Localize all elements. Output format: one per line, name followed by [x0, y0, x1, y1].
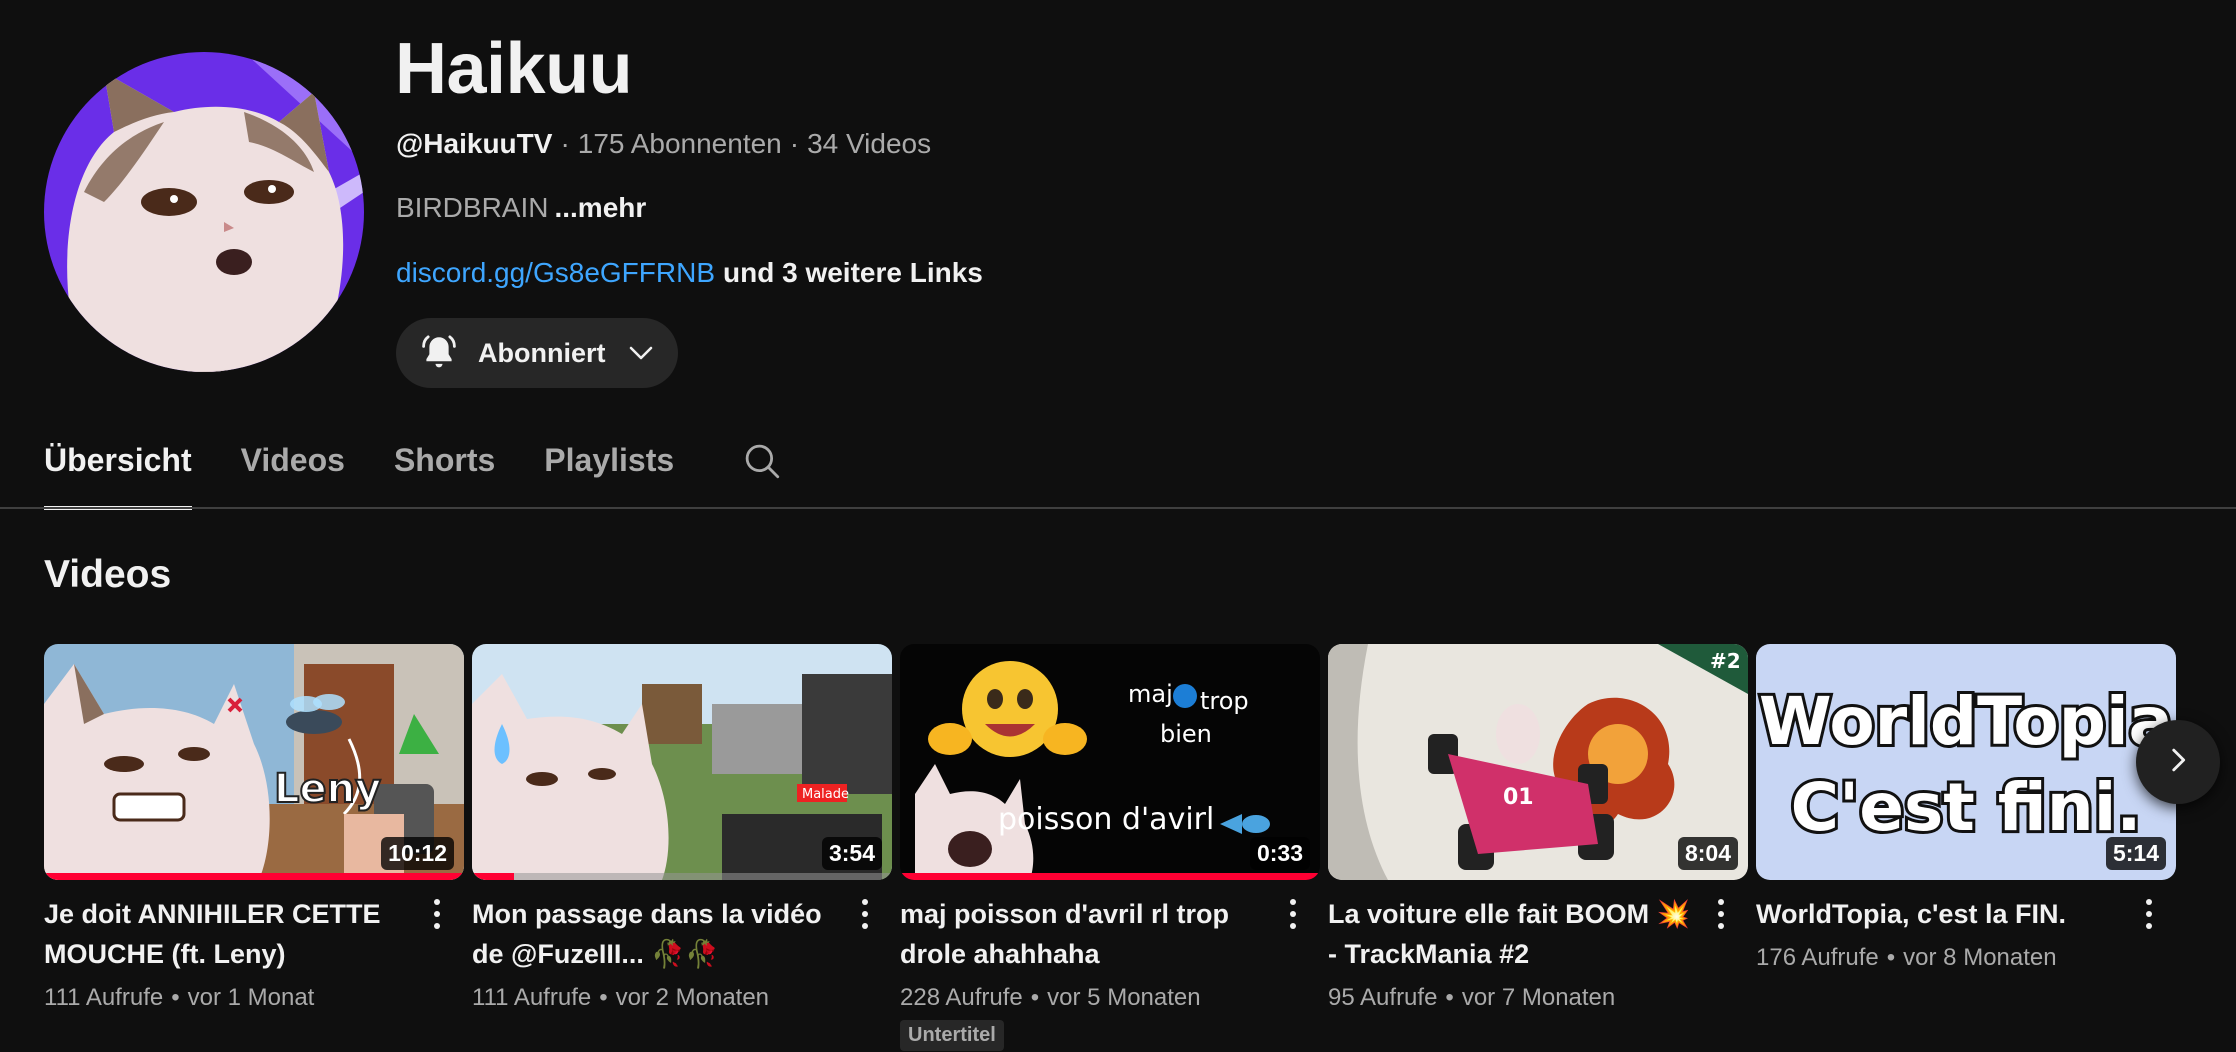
- video-title[interactable]: La voiture elle fait BOOM 💥 - TrackMania…: [1328, 894, 1700, 974]
- upload-age: vor 5 Monaten: [1047, 984, 1201, 1011]
- thumb-caption: 01: [1503, 785, 1534, 810]
- video-meta: 111 Aufrufe • vor 1 Monat: [44, 984, 464, 1012]
- section-title: Videos: [44, 553, 172, 596]
- separator-dot: •: [171, 984, 180, 1011]
- bell-ring-icon: [418, 332, 460, 374]
- video-meta: 95 Aufrufe • vor 7 Monaten: [1328, 984, 1748, 1012]
- cat-avatar-icon: [44, 52, 364, 372]
- shelf-next-button[interactable]: [2136, 720, 2220, 804]
- watch-progress-fill: [44, 873, 464, 880]
- channel-name: Haikuu: [395, 29, 633, 109]
- video-thumbnail[interactable]: Malade 3:54: [472, 644, 892, 880]
- view-count: 176 Aufrufe: [1756, 944, 1879, 971]
- separator-dot: •: [1445, 984, 1454, 1011]
- video-card: maj trop bien poisson d'avirl 0:33 maj p…: [900, 644, 1320, 1051]
- more-links-button[interactable]: und 3 weitere Links: [723, 257, 983, 288]
- thumb-caption: Malade: [802, 787, 849, 802]
- video-duration: 3:54: [821, 837, 882, 870]
- thumb-caption: Leny: [274, 766, 381, 812]
- watch-progress-fill: [472, 873, 514, 880]
- upload-age: vor 2 Monaten: [615, 984, 770, 1011]
- subtitles-badge: Untertitel: [900, 1020, 1004, 1051]
- video-duration: 10:12: [381, 837, 454, 870]
- video-thumbnail[interactable]: WorldTopia C'est fini. 5:14: [1756, 644, 2176, 880]
- tabs-divider: [0, 507, 2236, 509]
- channel-links: discord.gg/Gs8eGFFRNB und 3 weitere Links: [396, 257, 983, 289]
- video-title[interactable]: maj poisson d'avril rl trop drole ahahha…: [900, 894, 1272, 974]
- video-title[interactable]: WorldTopia, c'est la FIN.: [1756, 894, 2128, 934]
- search-icon[interactable]: [741, 440, 783, 482]
- video-card: WorldTopia C'est fini. 5:14 WorldTopia, …: [1756, 644, 2176, 972]
- video-thumbnail[interactable]: Leny 10:12: [44, 644, 464, 880]
- tab-overview[interactable]: Übersicht: [44, 436, 192, 510]
- video-shelf: Leny 10:12 Je doit ANNIHILER CETTE MOUCH…: [44, 644, 2236, 1052]
- more-vert-icon[interactable]: [1278, 894, 1308, 934]
- subscriber-count: 175 Abonnenten: [577, 128, 782, 159]
- upload-age: vor 8 Monaten: [1903, 944, 2057, 971]
- thumb-caption: poisson d'avirl: [998, 802, 1214, 837]
- video-meta: 176 Aufrufe • vor 8 Monaten: [1756, 944, 2176, 972]
- thumb-caption: maj: [1128, 680, 1173, 708]
- separator-dot: ·: [789, 128, 800, 159]
- video-card: Leny 10:12 Je doit ANNIHILER CETTE MOUCH…: [44, 644, 464, 1012]
- video-card: Malade 3:54 Mon passage dans la vidéo de…: [472, 644, 892, 1012]
- more-vert-icon[interactable]: [1706, 894, 1736, 934]
- video-count: 34 Videos: [807, 128, 932, 159]
- view-count: 111 Aufrufe: [472, 984, 592, 1011]
- upload-age: vor 7 Monaten: [1461, 984, 1616, 1011]
- separator-dot: •: [1030, 984, 1040, 1011]
- subscribed-button[interactable]: Abonniert: [396, 318, 678, 388]
- more-vert-icon[interactable]: [2134, 894, 2164, 934]
- video-meta: 228 Aufrufe • vor 5 Monaten: [900, 984, 1320, 1012]
- chevron-right-icon: [2161, 743, 2195, 782]
- watch-progress-fill: [900, 873, 1320, 880]
- separator-dot: •: [599, 984, 608, 1011]
- tab-shorts[interactable]: Shorts: [394, 436, 495, 508]
- thumb-tag: #2: [1710, 649, 1741, 673]
- channel-meta: @HaikuuTV · 175 Abonnenten · 34 Videos: [396, 128, 931, 160]
- channel-avatar[interactable]: [44, 52, 364, 372]
- description-text: BIRDBRAIN: [396, 192, 549, 223]
- upload-age: vor 1 Monat: [187, 984, 315, 1011]
- view-count: 111 Aufrufe: [44, 984, 164, 1011]
- channel-handle: @HaikuuTV: [396, 128, 553, 159]
- watch-progress: [44, 873, 464, 880]
- video-duration: 8:04: [1677, 837, 1738, 870]
- separator-dot: •: [1886, 944, 1896, 971]
- thumb-caption: C'est fini.: [1791, 769, 2142, 846]
- more-vert-icon[interactable]: [422, 894, 452, 934]
- separator-dot: ·: [560, 128, 570, 159]
- channel-tabs: Übersicht Videos Shorts Playlists: [44, 436, 783, 510]
- video-thumbnail[interactable]: maj trop bien poisson d'avirl 0:33: [900, 644, 1320, 880]
- subscribed-label: Abonniert: [478, 337, 606, 368]
- thumb-caption: WorldTopia: [1759, 683, 2173, 760]
- thumb-caption: bien: [1160, 720, 1212, 748]
- tab-playlists[interactable]: Playlists: [544, 436, 674, 508]
- view-count: 228 Aufrufe: [900, 984, 1023, 1011]
- more-vert-icon[interactable]: [850, 894, 880, 934]
- discord-link[interactable]: discord.gg/Gs8eGFFRNB: [396, 257, 715, 288]
- video-duration: 5:14: [2105, 837, 2166, 870]
- video-duration: 0:33: [1249, 837, 1310, 870]
- video-title[interactable]: Mon passage dans la vidéo de @FuzeIII...…: [472, 894, 844, 974]
- tab-videos[interactable]: Videos: [241, 436, 345, 508]
- chevron-down-icon: [626, 338, 656, 368]
- watch-progress: [472, 873, 892, 880]
- thumb-caption: trop: [1200, 687, 1249, 715]
- watch-progress: [900, 873, 1320, 880]
- view-count: 95 Aufrufe: [1328, 984, 1438, 1011]
- channel-description[interactable]: BIRDBRAIN ...mehr: [396, 192, 646, 224]
- video-card: #2 01 8:04 La voiture elle fait BOOM 💥 -…: [1328, 644, 1748, 1012]
- video-thumbnail[interactable]: #2 01 8:04: [1328, 644, 1748, 880]
- video-title[interactable]: Je doit ANNIHILER CETTE MOUCHE (ft. Leny…: [44, 894, 416, 974]
- more-button[interactable]: ...mehr: [554, 192, 646, 223]
- video-meta: 111 Aufrufe • vor 2 Monaten: [472, 984, 892, 1012]
